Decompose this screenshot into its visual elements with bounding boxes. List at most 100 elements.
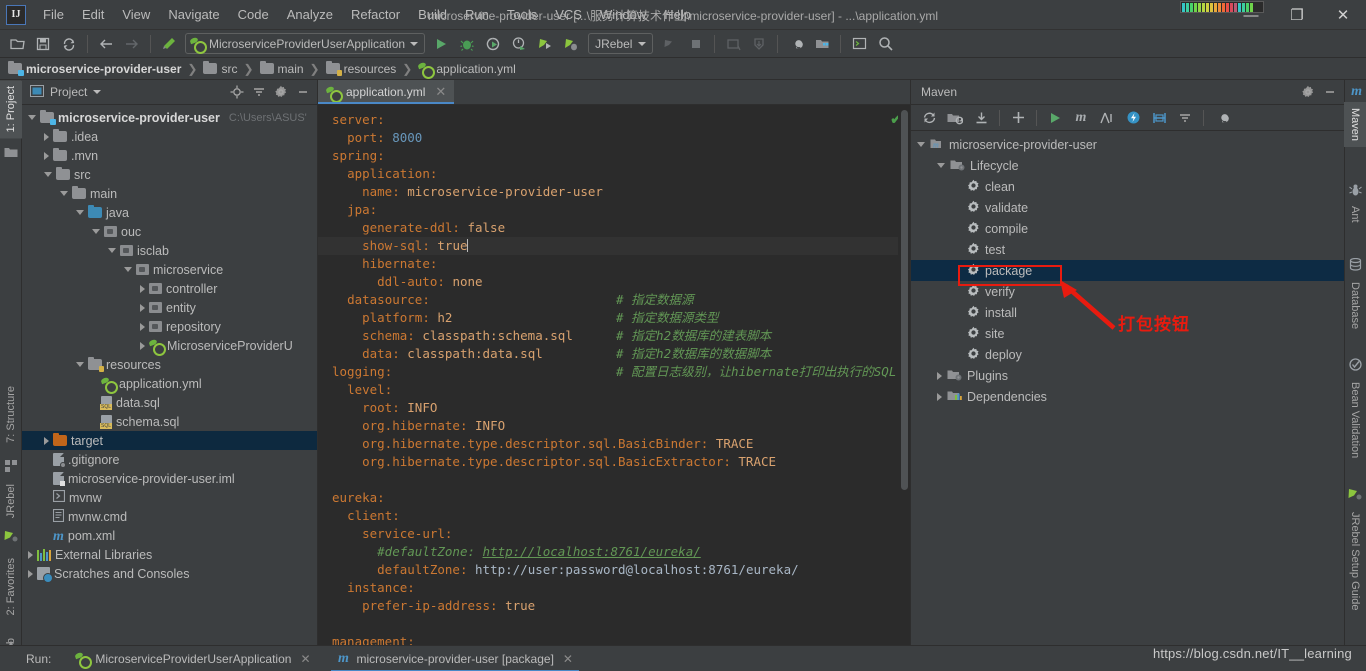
chevron-right-icon[interactable]	[140, 284, 145, 293]
breadcrumb-item-project[interactable]: microservice-provider-user	[8, 60, 181, 76]
chevron-right-icon[interactable]	[140, 341, 145, 350]
jrebel-run-icon[interactable]	[533, 33, 557, 55]
chevron-down-icon[interactable]	[60, 191, 68, 196]
reimport-icon[interactable]	[917, 107, 941, 129]
maven-tree-row[interactable]: compile	[911, 218, 1344, 239]
run-tab-application[interactable]: MicroserviceProviderUserApplication ✕	[69, 650, 316, 669]
run-icon[interactable]	[429, 33, 453, 55]
settings-wrench-icon[interactable]	[1210, 107, 1234, 129]
hide-panel-icon[interactable]	[293, 82, 313, 102]
tab-application-yml[interactable]: application.yml ✕	[318, 80, 455, 104]
sidebar-item-jrebel[interactable]: JRebel	[0, 478, 22, 524]
tree-row[interactable]: target	[22, 431, 317, 450]
run-with-coverage-icon[interactable]	[481, 33, 505, 55]
tree-row[interactable]: mvnw.cmd	[22, 507, 317, 526]
sidebar-item-database[interactable]: Database	[1344, 276, 1366, 335]
sidebar-item-jrebel-setup-guide[interactable]: JRebel Setup Guide	[1344, 506, 1366, 616]
chevron-down-icon[interactable]	[92, 229, 100, 234]
tree-row[interactable]: microservice-provider-user.iml	[22, 469, 317, 488]
maven-tree-row[interactable]: Dependencies	[911, 386, 1344, 407]
tree-row[interactable]: .idea	[22, 127, 317, 146]
chevron-right-icon[interactable]	[28, 569, 33, 578]
maven-tree[interactable]: m microservice-provider-user Lifecycle clea…	[911, 131, 1344, 407]
chevron-right-icon[interactable]	[937, 371, 942, 380]
tree-row[interactable]: data.sql	[22, 393, 317, 412]
minimize-button[interactable]: —	[1228, 0, 1274, 30]
tree-row[interactable]: microservice-provider-user C:\Users\ASUS'	[22, 108, 317, 127]
tree-row[interactable]: repository	[22, 317, 317, 336]
collapse-all-icon[interactable]	[249, 82, 269, 102]
execute-goal-icon[interactable]	[1121, 107, 1145, 129]
update-project-icon[interactable]	[721, 33, 745, 55]
breadcrumb-item-main[interactable]: main	[259, 60, 304, 76]
menu-code[interactable]: Code	[229, 3, 278, 26]
square-stop-icon[interactable]	[684, 33, 708, 55]
maven-m-icon[interactable]: m	[1069, 107, 1093, 129]
sidebar-item-project[interactable]: 1: Project	[0, 80, 22, 139]
tree-row[interactable]: .gitignore	[22, 450, 317, 469]
skip-tests-icon[interactable]	[1095, 107, 1119, 129]
menu-navigate[interactable]: Navigate	[159, 3, 228, 26]
maven-tree-row[interactable]: Lifecycle	[911, 155, 1344, 176]
sidebar-item-bean-validation[interactable]: Bean Validation	[1344, 376, 1366, 464]
close-icon[interactable]: ✕	[300, 652, 310, 666]
gear-icon[interactable]	[271, 82, 291, 102]
gear-icon[interactable]	[1298, 82, 1318, 102]
forward-arrow-icon[interactable]	[120, 33, 144, 55]
chevron-right-icon[interactable]	[937, 392, 942, 401]
chevron-down-icon[interactable]	[124, 267, 132, 272]
run-tab-maven-package[interactable]: m microservice-provider-user [package] ✕	[330, 650, 580, 671]
chevron-down-icon[interactable]	[76, 210, 84, 215]
menu-analyze[interactable]: Analyze	[278, 3, 342, 26]
stop-icon[interactable]	[658, 33, 682, 55]
maven-tree-row[interactable]: verify	[911, 281, 1344, 302]
menu-file[interactable]: File	[34, 3, 73, 26]
tree-row[interactable]: application.yml	[22, 374, 317, 394]
sidebar-item-structure[interactable]: 7: Structure	[0, 380, 22, 449]
chevron-down-icon[interactable]	[917, 142, 925, 147]
tree-row[interactable]: Scratches and Consoles	[22, 564, 317, 583]
sidebar-item-ant[interactable]: Ant	[1344, 200, 1366, 229]
chevron-down-icon[interactable]	[28, 115, 36, 120]
chevron-down-icon[interactable]	[44, 172, 52, 177]
tree-row[interactable]: microservice	[22, 260, 317, 279]
maximize-button[interactable]: ❐	[1274, 0, 1320, 30]
sync-icon[interactable]	[57, 33, 81, 55]
generate-sources-icon[interactable]	[943, 107, 967, 129]
profile-icon[interactable]	[507, 33, 531, 55]
tree-row[interactable]: src	[22, 165, 317, 184]
chevron-down-icon[interactable]	[76, 362, 84, 367]
maven-tree-row[interactable]: validate	[911, 197, 1344, 218]
breadcrumb-item-src[interactable]: src	[203, 60, 237, 76]
tree-row[interactable]: resources	[22, 355, 317, 374]
code-editor[interactable]: ✔ server: port: 8000 spring: application:…	[318, 105, 910, 645]
terminal-icon[interactable]	[847, 33, 871, 55]
tree-row[interactable]: main	[22, 184, 317, 203]
jrebel-debug-icon[interactable]	[559, 33, 583, 55]
tree-row[interactable]: isclab	[22, 241, 317, 260]
save-icon[interactable]	[31, 33, 55, 55]
sidebar-item-favorites[interactable]: 2: Favorites	[0, 552, 22, 621]
tree-row[interactable]: ouc	[22, 222, 317, 241]
add-maven-project-icon[interactable]	[1006, 107, 1030, 129]
close-icon[interactable]: ✕	[563, 652, 573, 666]
tree-row[interactable]: m pom.xml	[22, 526, 317, 545]
tree-row[interactable]: entity	[22, 298, 317, 317]
maven-tree-row[interactable]: Plugins	[911, 365, 1344, 386]
maven-tree-row[interactable]: m microservice-provider-user	[911, 134, 1344, 155]
project-tree[interactable]: microservice-provider-user C:\Users\ASUS'…	[22, 105, 317, 583]
close-icon[interactable]: ✕	[435, 84, 446, 100]
chevron-right-icon[interactable]	[28, 550, 33, 559]
chevron-right-icon[interactable]	[140, 322, 145, 331]
open-folder-icon[interactable]	[5, 33, 29, 55]
chevron-down-icon[interactable]	[93, 90, 102, 94]
settings-wrench-icon[interactable]	[784, 33, 808, 55]
menu-refactor[interactable]: Refactor	[342, 3, 409, 26]
maven-tree-row[interactable]: package	[911, 260, 1344, 281]
chevron-right-icon[interactable]	[140, 303, 145, 312]
editor-scrollbar-track[interactable]	[898, 105, 910, 645]
maven-tree-row[interactable]: test	[911, 239, 1344, 260]
breadcrumb-item-resources[interactable]: resources	[325, 60, 396, 76]
locate-icon[interactable]	[227, 82, 247, 102]
chevron-right-icon[interactable]	[44, 436, 49, 445]
